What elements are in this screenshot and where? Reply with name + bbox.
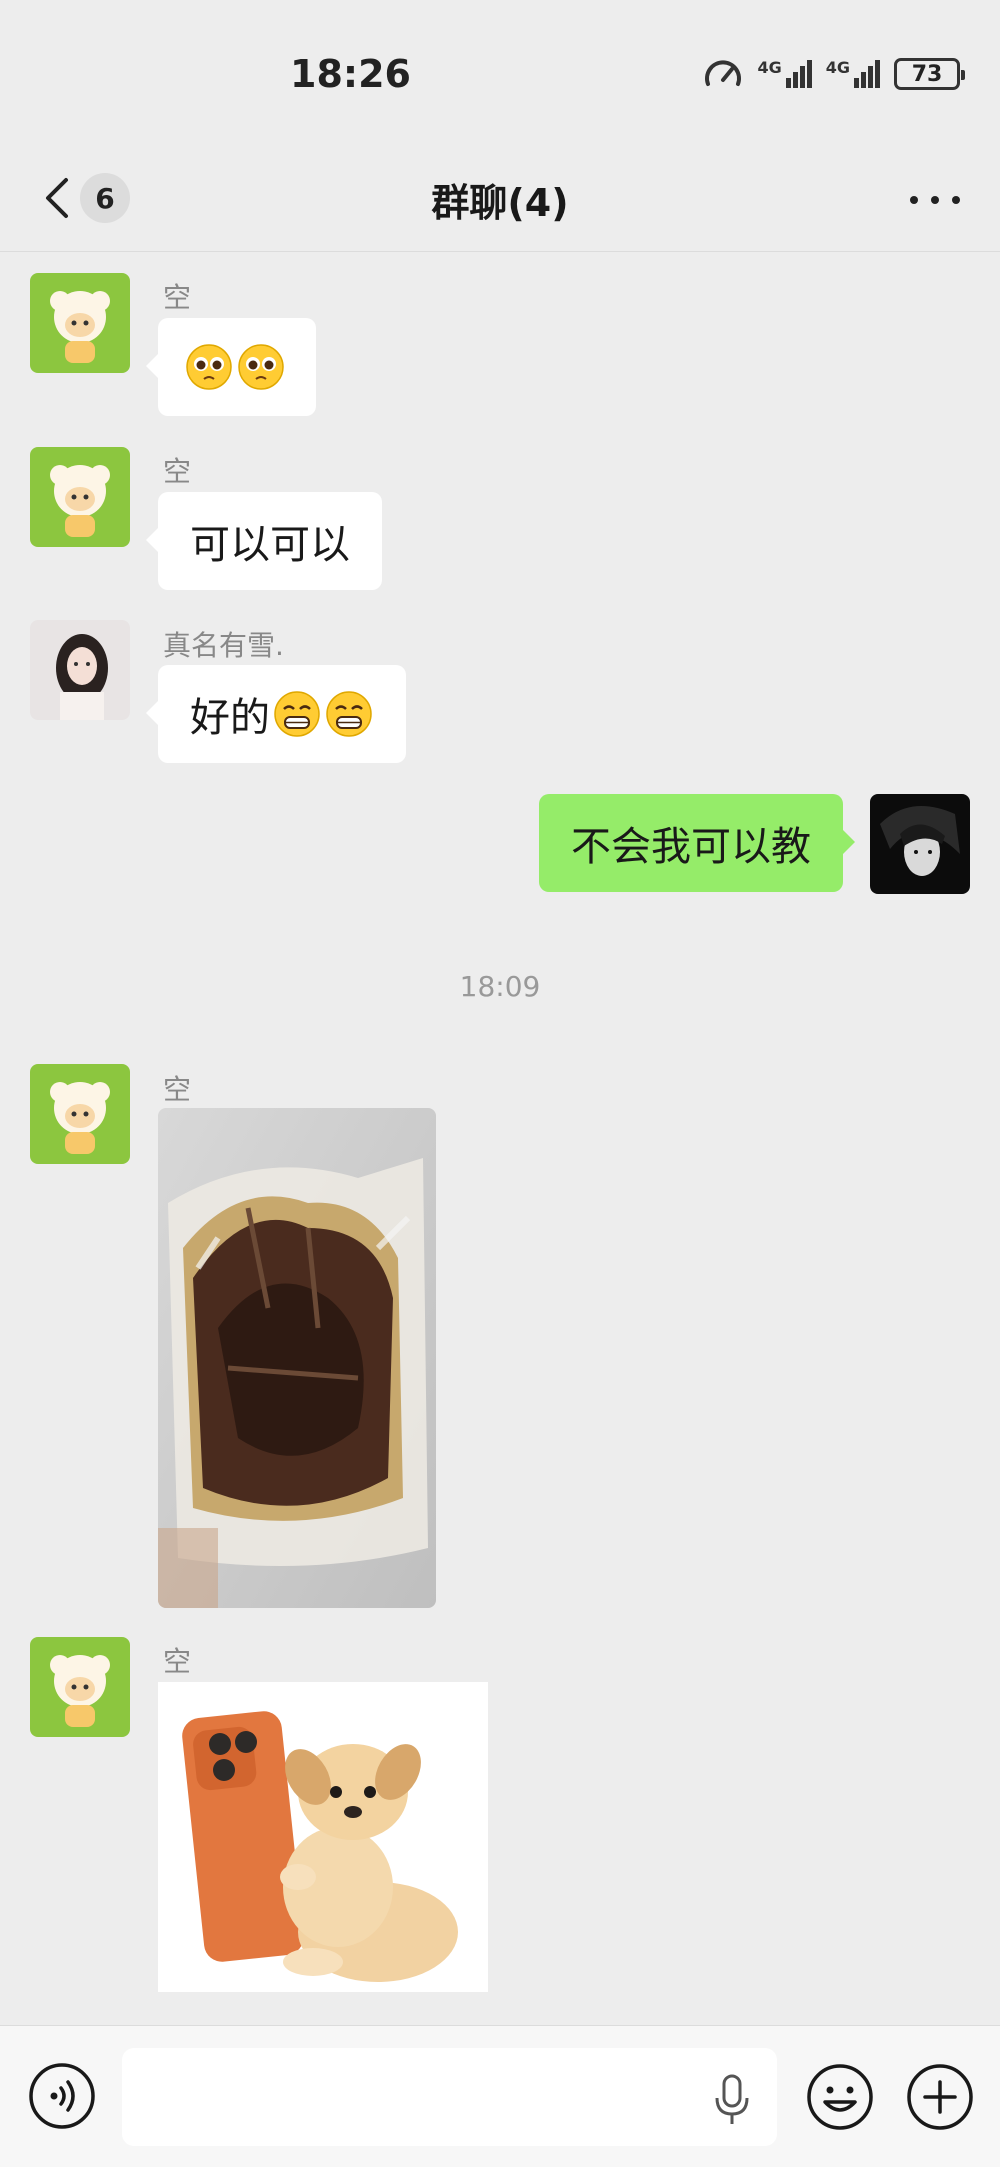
food-photo[interactable] bbox=[158, 1108, 436, 1608]
sender-name: 真名有雪. bbox=[163, 629, 284, 662]
sender-name: 空 bbox=[163, 1645, 192, 1678]
message-text: 好的 bbox=[190, 695, 270, 741]
my-avatar[interactable] bbox=[870, 794, 970, 894]
avatar-sheep[interactable] bbox=[30, 273, 130, 373]
sender-name: 空 bbox=[163, 1073, 192, 1106]
sent-message-bubble[interactable]: 不会我可以教 bbox=[539, 794, 855, 892]
speedometer-icon bbox=[705, 60, 742, 86]
status-time: 18:26 bbox=[290, 52, 411, 96]
girl-avatar-icon bbox=[30, 620, 130, 720]
voice-input-icon[interactable] bbox=[28, 2062, 96, 2130]
avatar-sheep[interactable] bbox=[30, 1637, 130, 1737]
message-text: 可以可以 bbox=[190, 522, 350, 568]
input-bar bbox=[0, 2025, 1000, 2167]
chat-header: 6 群聊(4) bbox=[0, 150, 1000, 252]
avatar-sheep[interactable] bbox=[30, 1064, 130, 1164]
chat-title: 群聊(4) bbox=[431, 181, 569, 225]
status-bar: 18:26 4G 4G 73 bbox=[0, 0, 1000, 150]
network-type-2: 4G bbox=[825, 58, 850, 77]
grimacing-face-icon bbox=[326, 691, 372, 737]
signal-icon-2: 4G bbox=[826, 60, 880, 88]
plus-icon[interactable] bbox=[905, 2062, 975, 2132]
sheep-avatar-icon bbox=[30, 273, 130, 373]
emoji-icon[interactable] bbox=[805, 2062, 875, 2132]
dark-portrait-avatar-icon bbox=[870, 794, 970, 894]
message-bubble[interactable] bbox=[146, 318, 316, 416]
message-bubble[interactable]: 好的 bbox=[146, 665, 406, 763]
microphone-icon[interactable] bbox=[712, 2074, 752, 2126]
pleading-face-icon bbox=[238, 344, 284, 390]
sheep-avatar-icon bbox=[30, 1064, 130, 1164]
battery-icon: 73 bbox=[894, 58, 965, 90]
message-text: 不会我可以教 bbox=[571, 824, 811, 870]
sender-name: 空 bbox=[163, 281, 192, 314]
more-options-icon[interactable] bbox=[910, 180, 960, 220]
vacuum-packed-food-image bbox=[158, 1108, 436, 1608]
message-bubble[interactable]: 可以可以 bbox=[146, 492, 382, 590]
avatar-girl[interactable] bbox=[30, 620, 130, 720]
status-icons: 4G 4G 73 bbox=[703, 56, 965, 92]
message-input[interactable] bbox=[122, 2048, 777, 2146]
pleading-face-icon bbox=[186, 344, 232, 390]
puppy-sticker[interactable] bbox=[158, 1682, 488, 1992]
network-type-1: 4G bbox=[757, 58, 782, 77]
signal-icon-1: 4G bbox=[757, 58, 812, 88]
puppy-holding-phone-image bbox=[158, 1682, 488, 1992]
sender-name: 空 bbox=[163, 455, 192, 488]
sheep-avatar-icon bbox=[30, 1637, 130, 1737]
sheep-avatar-icon bbox=[30, 447, 130, 547]
grimacing-face-icon bbox=[274, 691, 320, 737]
message-timestamp: 18:09 bbox=[459, 970, 541, 1003]
avatar-sheep[interactable] bbox=[30, 447, 130, 547]
